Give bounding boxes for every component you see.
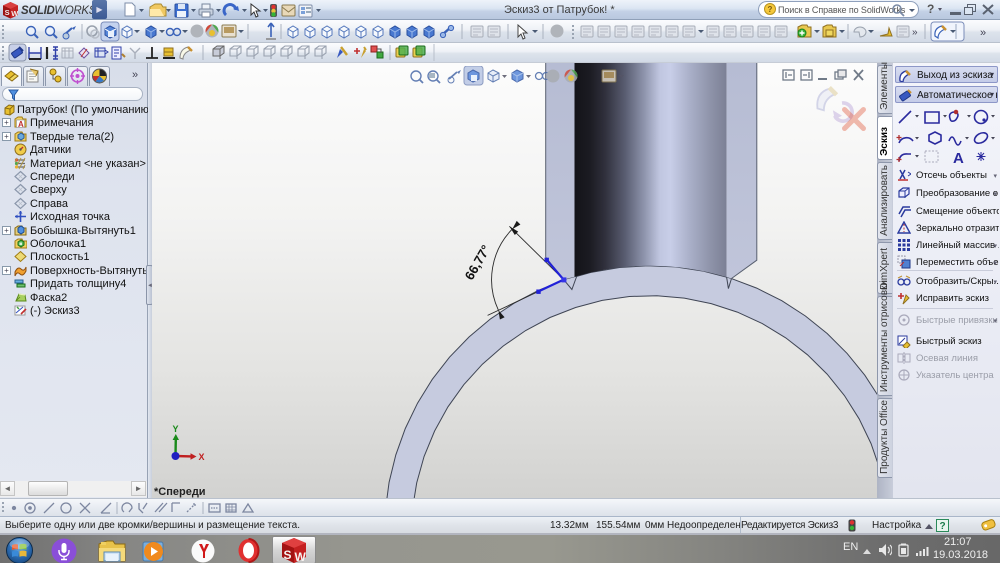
svg-text:Y: Y xyxy=(173,424,179,434)
svg-text:X: X xyxy=(199,452,205,462)
svg-text:?: ? xyxy=(940,521,946,532)
svg-text:W: W xyxy=(11,9,19,18)
svg-text:S: S xyxy=(5,8,10,17)
svg-text:66,77°: 66,77° xyxy=(462,242,494,282)
svg-text:»: » xyxy=(980,27,986,39)
svg-text:W: W xyxy=(295,550,307,563)
svg-text:»: » xyxy=(912,27,918,38)
svg-text:A: A xyxy=(18,120,24,129)
svg-text:?: ? xyxy=(768,5,773,14)
svg-text:S: S xyxy=(284,548,292,562)
svg-text:А: А xyxy=(953,150,964,165)
